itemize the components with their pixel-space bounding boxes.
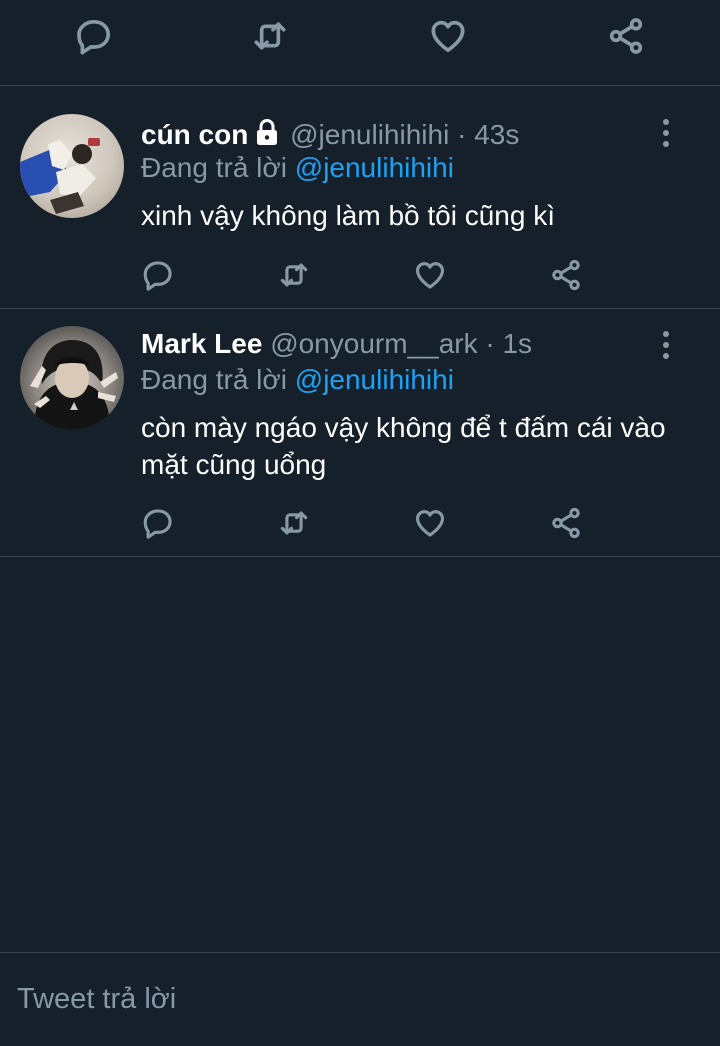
more-options-icon[interactable] bbox=[654, 115, 678, 151]
timestamp: · 1s bbox=[485, 328, 533, 359]
top-action-bar bbox=[0, 0, 720, 86]
timestamp: · 43s bbox=[457, 119, 520, 150]
user-handle[interactable]: @onyourm__ark bbox=[270, 328, 477, 359]
like-icon[interactable] bbox=[413, 506, 447, 540]
more-options-icon[interactable] bbox=[654, 327, 678, 363]
replying-label: Đang trả lời bbox=[141, 364, 287, 395]
retweet-icon[interactable] bbox=[250, 16, 290, 56]
avatar[interactable] bbox=[20, 114, 124, 218]
tweet-item[interactable]: cún con @jenulihihihi · 43s Đang trả lời… bbox=[0, 87, 720, 309]
replying-to: Đang trả lời @jenulihihihi bbox=[141, 364, 454, 396]
display-name[interactable]: cún con bbox=[141, 119, 248, 150]
tweet-header: cún con @jenulihihihi · 43s bbox=[141, 118, 519, 153]
replying-to: Đang trả lời @jenulihihihi bbox=[141, 152, 454, 184]
mention-link[interactable]: @jenulihihihi bbox=[295, 152, 454, 183]
reply-icon[interactable] bbox=[141, 506, 175, 540]
lock-icon bbox=[254, 118, 280, 153]
mention-link[interactable]: @jenulihihihi bbox=[295, 364, 454, 395]
reply-input-placeholder[interactable]: Tweet trả lời bbox=[17, 983, 176, 1016]
share-icon[interactable] bbox=[549, 258, 583, 292]
reply-composer[interactable]: Tweet trả lời bbox=[0, 952, 720, 1046]
user-handle[interactable]: @jenulihihihi bbox=[290, 119, 449, 150]
reply-icon[interactable] bbox=[141, 258, 175, 292]
display-name[interactable]: Mark Lee bbox=[141, 328, 262, 359]
avatar[interactable] bbox=[20, 326, 124, 430]
like-icon[interactable] bbox=[428, 16, 468, 56]
replying-label: Đang trả lời bbox=[141, 152, 287, 183]
share-icon[interactable] bbox=[549, 506, 583, 540]
tweet-header: Mark Lee @onyourm__ark · 1s bbox=[141, 328, 532, 360]
reply-icon[interactable] bbox=[74, 16, 114, 56]
retweet-icon[interactable] bbox=[277, 506, 311, 540]
retweet-icon[interactable] bbox=[277, 258, 311, 292]
tweet-item[interactable]: Mark Lee @onyourm__ark · 1s Đang trả lời… bbox=[0, 310, 720, 557]
like-icon[interactable] bbox=[413, 258, 447, 292]
share-icon[interactable] bbox=[606, 16, 646, 56]
tweet-text: còn mày ngáo vậy không để t đấm cái vào … bbox=[141, 412, 666, 480]
tweet-text: xinh vậy không làm bồ tôi cũng kì bbox=[141, 200, 556, 231]
